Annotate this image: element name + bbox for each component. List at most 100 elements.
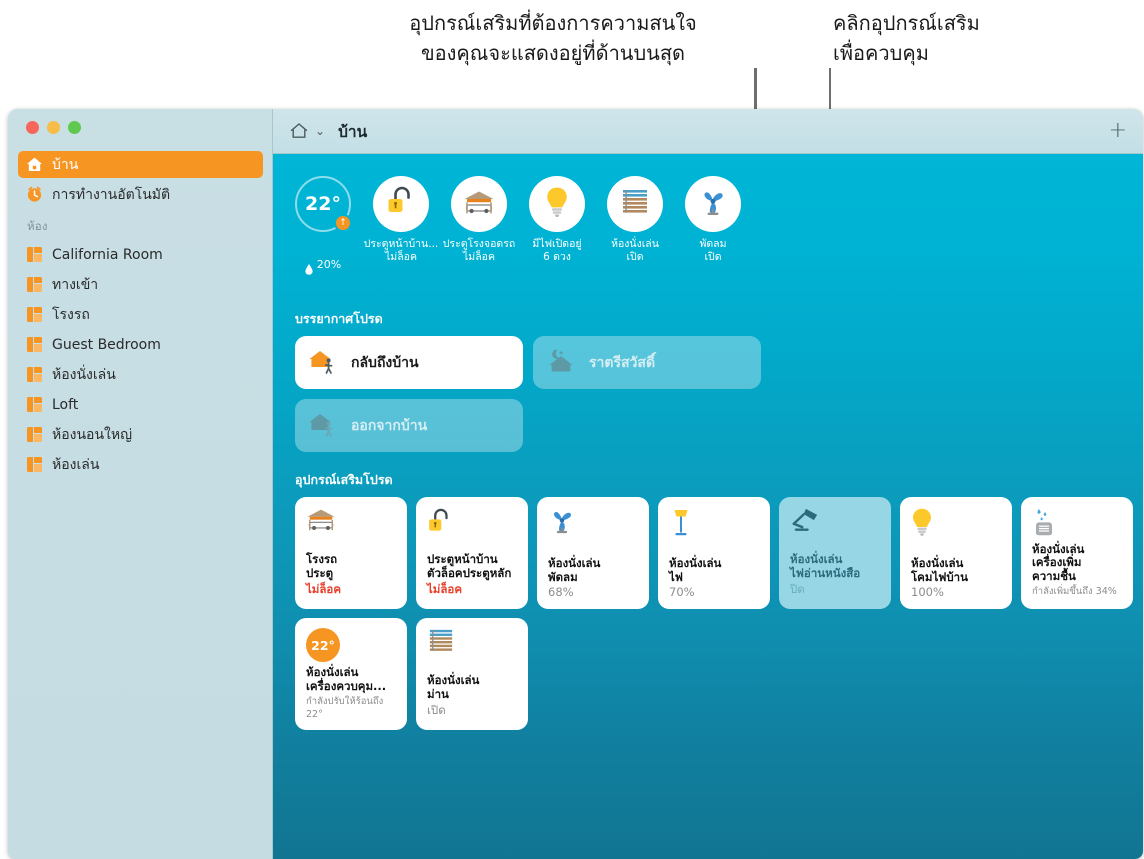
heating-up-badge: ↑ [334, 214, 352, 232]
sidebar-item-loft[interactable]: Loft [18, 391, 263, 418]
minimize-button[interactable] [47, 121, 60, 134]
accessory-tile-house-lamp[interactable]: ห้องนั่งเล่น โคมไฟบ้าน 100% [900, 497, 1012, 609]
scene-label: ราตรีสวัสดิ์ [589, 354, 656, 371]
accessory-name: โรงรถ ประตู [306, 552, 338, 580]
sidebar-item-label: ห้องนอนใหญ่ [52, 426, 133, 443]
accessory-state: 70% [669, 585, 695, 599]
annotation-right: คลิกอุปกรณ์เสริม เพื่อควบคุม [833, 11, 980, 65]
status-icon-wrap [373, 176, 429, 232]
room-icon [26, 276, 43, 293]
status-caption: 20% [281, 238, 365, 291]
accessory-info: ห้องนั่งเล่น ไฟ 70% [669, 556, 759, 599]
temperature-value: 22° [305, 193, 341, 215]
sidebar-item-label: บ้าน [52, 156, 79, 173]
chevron-down-icon[interactable]: ⌄ [315, 124, 325, 138]
accessory-info: ห้องนั่งเล่น โคมไฟบ้าน 100% [911, 556, 1001, 599]
status-fan[interactable]: พัดลม เปิด [685, 176, 741, 291]
scene-leave-home[interactable]: ออกจากบ้าน [295, 399, 523, 452]
status-front-door-lock[interactable]: ประตูหน้าบ้าน... ไม่ล็อค [364, 176, 438, 291]
status-icon-wrap [529, 176, 585, 232]
accessory-state: กำลังเพิ่มขึ้นถึง 34% [1032, 586, 1117, 597]
fan-icon [698, 187, 728, 221]
status-blinds[interactable]: ห้องนั่งเล่น เปิด [607, 176, 663, 291]
accessory-name: ประตูหน้าบ้าน ตัวล็อคประตูหลัก [427, 552, 512, 580]
status-temperature[interactable]: 22° ↑ 20% [295, 176, 352, 291]
accessory-name: ห้องนั่งเล่น เครื่องเพิ่มความชื้น [1032, 541, 1085, 583]
room-icon [26, 426, 43, 443]
add-button[interactable]: + [1109, 120, 1127, 142]
sidebar-item-automation[interactable]: การทำงานอัตโนมัติ [18, 181, 263, 208]
accessory-name: ห้องนั่งเล่น ไฟอ่านหนังสือ [790, 552, 861, 580]
scene-good-night[interactable]: ราตรีสวัสดิ์ [533, 336, 761, 389]
room-icon [26, 336, 43, 353]
accessory-name: ห้องนั่งเล่น พัดลม [548, 556, 601, 584]
home-content: 22° ↑ 20% ประตูหน้าบ้าน... ไม่ล็อค ประตู… [273, 154, 1143, 859]
accessory-tile-living-room-light[interactable]: ห้องนั่งเล่น ไฟ 70% [658, 497, 770, 609]
sidebar-list: บ้าน การทำงานอัตโนมัติ ห้อง California R… [8, 151, 273, 481]
page-title: บ้าน [338, 122, 368, 141]
thermostat-temp-value: 22° [311, 637, 335, 653]
scene-arrive-home[interactable]: กลับถึงบ้าน [295, 336, 523, 389]
sidebar-rooms-heading: ห้อง [27, 219, 48, 233]
humidity-drop-icon [305, 251, 313, 278]
lightbulb-icon [911, 507, 1001, 547]
sidebar-item-living-room[interactable]: ห้องนั่งเล่น [18, 361, 263, 388]
sidebar-item-garage[interactable]: โรงรถ [18, 301, 263, 328]
status-garage-door[interactable]: ประตูโรงจอดรถ ไม่ล็อค [443, 176, 515, 291]
accessories-grid: โรงรถ ประตู ไม่ล็อค ประตูหน้าบ้าน ตัวล็อ… [295, 497, 1133, 730]
sidebar: บ้าน การทำงานอัตโนมัติ ห้อง California R… [8, 109, 273, 859]
accessory-info: ห้องนั่งเล่น ม่าน เปิด [427, 673, 517, 720]
accessory-state: 100% [911, 585, 944, 599]
accessory-tile-front-door-lock[interactable]: ประตูหน้าบ้าน ตัวล็อคประตูหลัก ไม่ล็อค [416, 497, 528, 609]
status-caption: ประตูหน้าบ้าน... ไม่ล็อค [363, 238, 439, 263]
sidebar-item-playroom[interactable]: ห้องเล่น [18, 451, 263, 478]
home-outline-icon [289, 121, 309, 141]
window-controls[interactable] [26, 121, 81, 134]
accessory-tile-thermostat[interactable]: 22° ห้องนั่งเล่น เครื่องควบคุม... กำลังป… [295, 618, 407, 730]
sidebar-item-label: ทางเข้า [52, 276, 99, 293]
sidebar-item-entrance[interactable]: ทางเข้า [18, 271, 263, 298]
annotation-left: อุปกรณ์เสริมที่ต้องการความสนใจ ของคุณจะแ… [409, 11, 697, 65]
accessory-tile-reading-light[interactable]: ห้องนั่งเล่น ไฟอ่านหนังสือ ปิด [779, 497, 891, 609]
house-leave-icon [309, 410, 341, 442]
main-pane: ⌄ บ้าน + 22° ↑ 20% ประตูหน้าบ้าน... ไม่ล… [273, 109, 1143, 859]
sidebar-item-california-room[interactable]: California Room [18, 241, 263, 268]
home-icon [26, 156, 43, 173]
accessory-tile-living-room-fan[interactable]: ห้องนั่งเล่น พัดลม 68% [537, 497, 649, 609]
status-icon-wrap [685, 176, 741, 232]
accessory-tile-garage-door[interactable]: โรงรถ ประตู ไม่ล็อค [295, 497, 407, 609]
status-caption: มีไฟเปิดอยู่ 6 ดวง [532, 238, 582, 263]
sidebar-item-label: การทำงานอัตโนมัติ [52, 186, 171, 203]
zoom-button[interactable] [68, 121, 81, 134]
accessory-info: ประตูหน้าบ้าน ตัวล็อคประตูหลัก ไม่ล็อค [427, 552, 517, 599]
room-icon [26, 366, 43, 383]
accessories-section-title: อุปกรณ์เสริมโปรด [295, 472, 393, 487]
sidebar-item-home[interactable]: บ้าน [18, 151, 263, 178]
sidebar-item-master-bedroom[interactable]: ห้องนอนใหญ่ [18, 421, 263, 448]
automation-icon [26, 186, 43, 203]
blinds-icon [620, 188, 650, 220]
accessory-info: ห้องนั่งเล่น เครื่องเพิ่มความชื้น กำลังเ… [1032, 541, 1122, 600]
accessory-name: ห้องนั่งเล่น ม่าน [427, 673, 480, 701]
screenshot-root: อุปกรณ์เสริมที่ต้องการความสนใจ ของคุณจะแ… [0, 0, 1144, 859]
lightbulb-icon [545, 186, 569, 222]
accessory-info: ห้องนั่งเล่น เครื่องควบคุม... กำลังปรับใ… [306, 665, 396, 720]
accessory-tile-humidifier[interactable]: ห้องนั่งเล่น เครื่องเพิ่มความชื้น กำลังเ… [1021, 497, 1133, 609]
status-lights-on[interactable]: มีไฟเปิดอยู่ 6 ดวง [529, 176, 585, 291]
close-button[interactable] [26, 121, 39, 134]
sidebar-item-label: ห้องนั่งเล่น [52, 366, 116, 383]
garage-open-icon [463, 189, 495, 219]
room-icon [26, 306, 43, 323]
accessory-tile-blinds[interactable]: ห้องนั่งเล่น ม่าน เปิด [416, 618, 528, 730]
temperature-dial: 22° ↑ [295, 176, 352, 232]
accessory-state: ปิด [790, 582, 805, 596]
toolbar: ⌄ บ้าน + [273, 109, 1143, 154]
sidebar-item-label: Guest Bedroom [52, 336, 161, 353]
lock-open-icon [427, 507, 517, 547]
accessory-info: ห้องนั่งเล่น พัดลม 68% [548, 556, 638, 599]
status-icon-wrap [451, 176, 507, 232]
thermostat-icon: 22° [306, 628, 396, 666]
sidebar-item-guest-bedroom[interactable]: Guest Bedroom [18, 331, 263, 358]
accessory-state: เปิด [427, 703, 446, 717]
accessory-info: โรงรถ ประตู ไม่ล็อค [306, 552, 396, 599]
